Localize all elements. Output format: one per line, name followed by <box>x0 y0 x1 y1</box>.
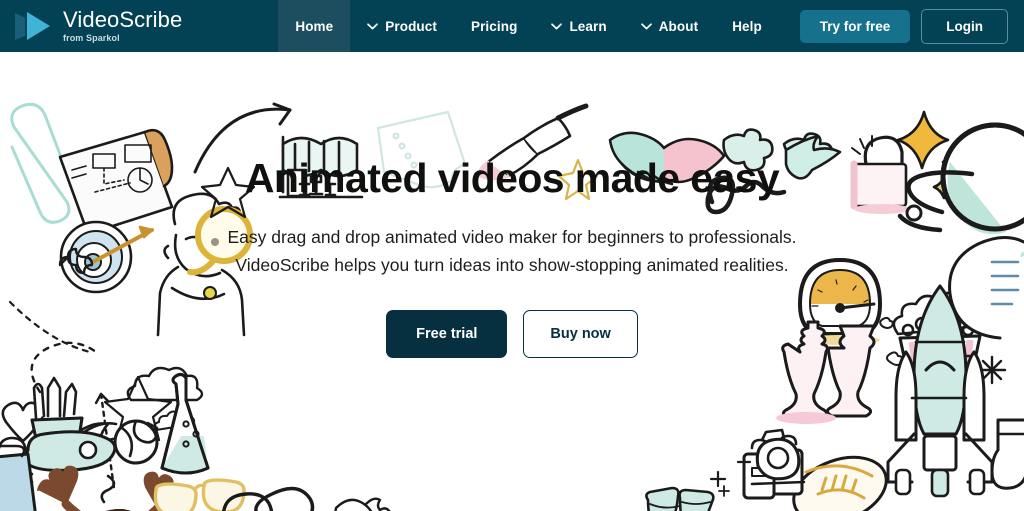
free-trial-button[interactable]: Free trial <box>386 309 508 358</box>
login-button[interactable]: Login <box>921 8 1008 44</box>
chevron-down-icon <box>551 22 563 30</box>
nav-item-product[interactable]: Product <box>350 0 454 52</box>
try-for-free-button[interactable]: Try for free <box>799 9 911 43</box>
nav-label: About <box>658 18 699 34</box>
nav-label: Help <box>732 18 762 34</box>
nav-item-help[interactable]: Help <box>715 0 779 52</box>
site-header: VideoScribe from Sparkol Home Product Pr… <box>0 0 1024 52</box>
landing-page: VideoScribe from Sparkol Home Product Pr… <box>0 0 1024 511</box>
hero-section: Animated videos made easy Easy drag and … <box>0 52 1024 511</box>
brand-tagline: from Sparkol <box>63 33 120 43</box>
header-actions: Try for free Login <box>799 0 1024 52</box>
glasses-icon <box>153 478 246 511</box>
bird-icon <box>334 497 391 511</box>
nav-label: Pricing <box>470 18 518 34</box>
flask-icon <box>160 372 210 475</box>
dartboard-arrow-icon <box>59 220 154 294</box>
nav-item-pricing[interactable]: Pricing <box>454 0 534 52</box>
blueprint-scroll-icon <box>58 128 174 236</box>
nav-label: Learn <box>569 18 607 34</box>
champagne-glasses-icon <box>645 485 730 511</box>
nav-label: Home <box>295 18 334 34</box>
sock-icon <box>990 418 1024 490</box>
buy-now-button[interactable]: Buy now <box>523 309 638 358</box>
nav-item-about[interactable]: About <box>624 0 715 52</box>
nav-item-home[interactable]: Home <box>278 0 351 52</box>
hero-content: Animated videos made easy Easy drag and … <box>212 155 812 358</box>
ball-icon <box>113 419 159 465</box>
nav-item-learn[interactable]: Learn <box>534 0 623 52</box>
padlock-icon <box>850 135 910 214</box>
brand-logo[interactable]: VideoScribe from Sparkol <box>0 0 200 52</box>
paperclip-icon <box>254 486 315 511</box>
brand-text: VideoScribe from Sparkol <box>63 9 182 43</box>
hero-subtitle: Easy drag and drop animated video maker … <box>227 227 797 276</box>
chevron-down-icon <box>367 22 379 30</box>
chevron-down-icon <box>640 22 652 30</box>
page-title: Animated videos made easy <box>244 155 780 201</box>
brand-name: VideoScribe <box>63 7 183 32</box>
nav-label: Product <box>385 18 437 34</box>
play-triangle-icon <box>12 9 54 43</box>
main-navigation: Home Product Pricing Learn About Help <box>278 0 779 52</box>
hero-cta-group: Free trial Buy now <box>212 309 812 358</box>
